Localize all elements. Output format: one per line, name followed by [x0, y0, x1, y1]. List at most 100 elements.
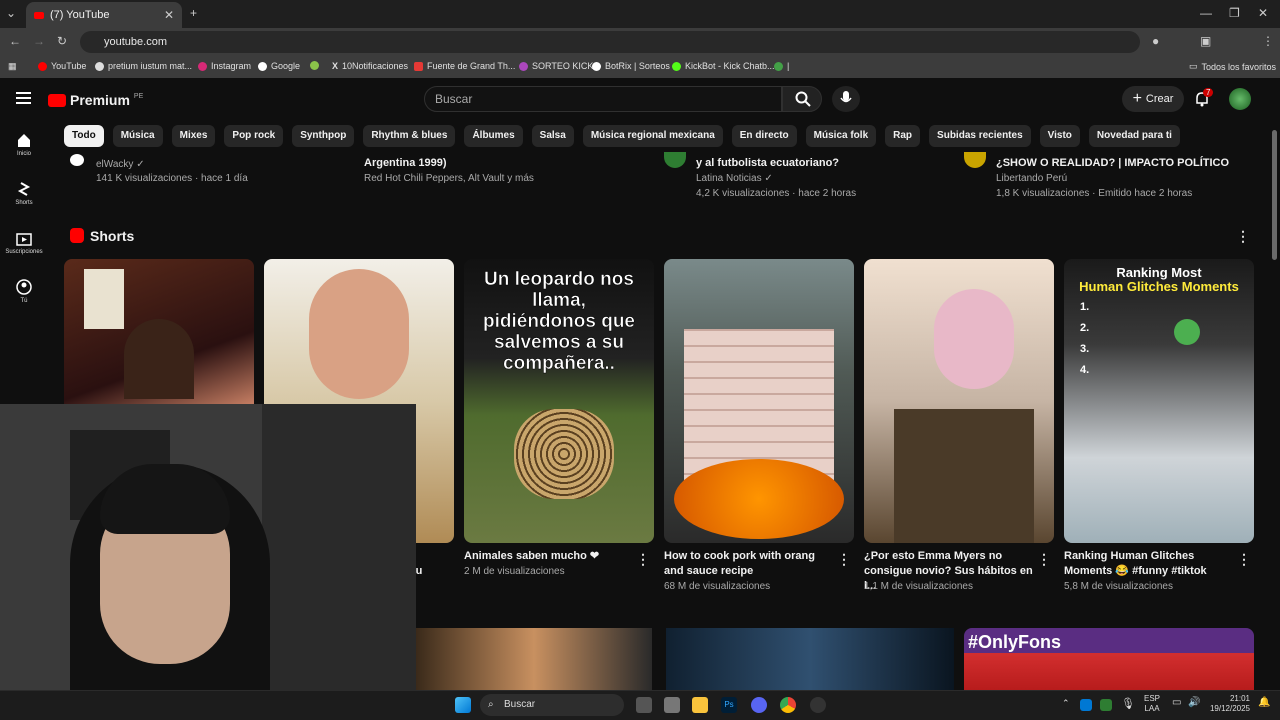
obs-icon[interactable]	[810, 697, 826, 713]
short-more-icon[interactable]: ⋮	[1237, 551, 1251, 568]
bookmark-kickbot[interactable]: KickBot - Kick Chatb...	[672, 61, 775, 71]
chip-música-folk[interactable]: Música folk	[805, 125, 877, 147]
menu-kebab-icon[interactable]: ⋮	[1262, 34, 1274, 48]
bookmark-pretium[interactable]: pretium iustum mat...	[95, 61, 192, 71]
video-title[interactable]: y al futbolista ecuatoriano?	[696, 157, 839, 169]
search-button[interactable]	[782, 86, 822, 112]
bookmark-misc[interactable]	[310, 61, 319, 70]
video-title[interactable]: Argentina 1999)	[364, 157, 447, 169]
channel-avatar[interactable]	[70, 154, 84, 166]
short-thumbnail[interactable]	[864, 259, 1054, 543]
chip-rap[interactable]: Rap	[885, 125, 921, 147]
app-icon[interactable]	[664, 697, 680, 713]
tray-app-icon[interactable]	[1100, 699, 1112, 711]
extensions-puzzle-icon[interactable]: ▣	[1200, 34, 1211, 48]
reload-icon[interactable]: ↻	[57, 34, 67, 48]
address-bar[interactable]: youtube.com	[80, 31, 1140, 53]
page-scrollbar[interactable]	[1272, 130, 1277, 260]
minimize-icon[interactable]: —	[1200, 6, 1212, 20]
video-thumbnail[interactable]	[416, 628, 652, 690]
voice-search-button[interactable]	[832, 86, 860, 112]
bookmark-instagram[interactable]: Instagram	[198, 61, 251, 71]
chip-rhythm-blues[interactable]: Rhythm & blues	[363, 125, 456, 147]
network-icon[interactable]: ▭	[1172, 697, 1181, 708]
create-button[interactable]: + Crear	[1122, 86, 1184, 112]
close-tab-icon[interactable]: ✕	[164, 8, 174, 22]
chrome-icon[interactable]	[780, 697, 796, 713]
chip-en-directo[interactable]: En directo	[731, 125, 797, 147]
restore-icon[interactable]: ❐	[1229, 6, 1240, 20]
short-views: 68 M de visualizaciones	[664, 581, 771, 592]
notifications-icon[interactable]: 🔔	[1258, 697, 1270, 708]
clock[interactable]: 21:01 19/12/2025	[1206, 694, 1250, 714]
apps-grid-icon[interactable]: ▦	[8, 61, 17, 72]
video-title[interactable]: ¿SHOW O REALIDAD? | IMPACTO POLÍTICO	[996, 157, 1229, 169]
shorts-more-icon[interactable]: ⋮	[1236, 228, 1250, 245]
youtube-avatar[interactable]	[1229, 88, 1251, 110]
channel-avatar[interactable]	[664, 152, 686, 168]
close-window-icon[interactable]: ✕	[1258, 6, 1268, 20]
short-title[interactable]: Ranking Human Glitches Moments 😂 #funny …	[1064, 549, 1234, 579]
short-more-icon[interactable]: ⋮	[1037, 551, 1051, 568]
sidebar-item-tu[interactable]: Tú	[0, 279, 48, 304]
new-tab-icon[interactable]: +	[190, 6, 197, 20]
hamburger-menu-icon[interactable]	[16, 92, 31, 104]
bookmark-google[interactable]: Google	[258, 61, 300, 71]
bookmark-botrix[interactable]: BotRix | Sorteos	[592, 61, 670, 71]
short-title[interactable]: Animales saben mucho ❤	[464, 549, 634, 564]
short-thumbnail[interactable]	[664, 259, 854, 543]
video-channel[interactable]: Libertando Perú	[996, 173, 1067, 184]
onedrive-icon[interactable]	[1080, 699, 1092, 711]
all-bookmarks[interactable]: ▭ Todos los favoritos	[1189, 61, 1276, 72]
short-thumbnail[interactable]: Ranking Most Human Glitches Moments 1. 2.…	[1064, 259, 1254, 543]
tab-search-icon[interactable]: ⌄	[6, 6, 16, 20]
sign-image	[84, 269, 124, 329]
bookmark-extra[interactable]: |	[774, 61, 789, 71]
chip-música-regional-mexicana[interactable]: Música regional mexicana	[582, 125, 723, 147]
chip-pop-rock[interactable]: Pop rock	[224, 125, 284, 147]
sidebar-item-suscripciones[interactable]: Suscripciones	[0, 230, 48, 255]
language-indicator[interactable]: ESP LAA	[1144, 694, 1160, 714]
photoshop-icon[interactable]: Ps	[721, 697, 737, 713]
channel-avatar[interactable]	[964, 152, 986, 168]
short-more-icon[interactable]: ⋮	[837, 551, 851, 568]
video-channel[interactable]: elWacky ✓	[96, 159, 145, 170]
tray-chevron-icon[interactable]: ⌃	[1062, 698, 1070, 709]
forward-icon[interactable]: →	[33, 34, 45, 48]
chip-álbumes[interactable]: Álbumes	[464, 125, 523, 147]
bookmark-sorteo-kick[interactable]: SORTEO KICK	[519, 61, 593, 71]
chip-synthpop[interactable]: Synthpop	[292, 125, 355, 147]
notifications-bell-icon[interactable]: 7	[1194, 88, 1214, 107]
chip-novedad-para-ti[interactable]: Novedad para ti	[1088, 125, 1180, 147]
chip-subidas-recientes[interactable]: Subidas recientes	[929, 125, 1031, 147]
short-thumbnail-leopard[interactable]: Un leopardo nos llama, pidiéndonos que s…	[464, 259, 654, 543]
video-channel[interactable]: Latina Noticias ✓	[696, 173, 773, 184]
microphone-tray-icon[interactable]: 🎙	[1121, 697, 1135, 710]
sidebar-item-shorts[interactable]: Shorts	[0, 181, 48, 206]
volume-icon[interactable]: 🔊	[1188, 697, 1200, 708]
short-title[interactable]: How to cook pork with orang and sauce re…	[664, 549, 834, 579]
file-explorer-icon[interactable]	[692, 697, 708, 713]
bookmark-fuente[interactable]: Fuente de Grand Th...	[414, 61, 515, 71]
search-input[interactable]: Buscar	[424, 86, 782, 112]
chip-música[interactable]: Música	[112, 125, 163, 147]
extension-icon[interactable]: ●	[1152, 34, 1159, 48]
chip-visto[interactable]: Visto	[1039, 125, 1080, 147]
video-thumbnail[interactable]	[666, 628, 954, 690]
video-thumbnail[interactable]: #OnlyFons	[964, 628, 1254, 690]
bookmark-youtube[interactable]: YouTube	[38, 61, 86, 71]
windows-start-icon[interactable]	[455, 697, 471, 713]
youtube-premium-logo[interactable]: Premium PE	[48, 92, 143, 108]
task-view-icon[interactable]	[636, 697, 652, 713]
chip-mixes[interactable]: Mixes	[171, 125, 216, 147]
chip-todo[interactable]: Todo	[64, 125, 104, 147]
short-more-icon[interactable]: ⋮	[636, 551, 650, 568]
back-icon[interactable]: ←	[9, 34, 21, 48]
tab-youtube[interactable]: (7) YouTube ✕	[26, 2, 182, 28]
taskbar-search[interactable]: ⌕ Buscar	[480, 694, 624, 716]
sidebar-item-inicio[interactable]: Inicio	[0, 132, 48, 157]
video-channel[interactable]: Red Hot Chili Peppers, Alt Vault y más	[364, 173, 534, 184]
chip-salsa[interactable]: Salsa	[531, 125, 574, 147]
discord-icon[interactable]	[751, 697, 767, 713]
bookmark-10notificaciones[interactable]: X 10Notificaciones	[332, 61, 408, 71]
